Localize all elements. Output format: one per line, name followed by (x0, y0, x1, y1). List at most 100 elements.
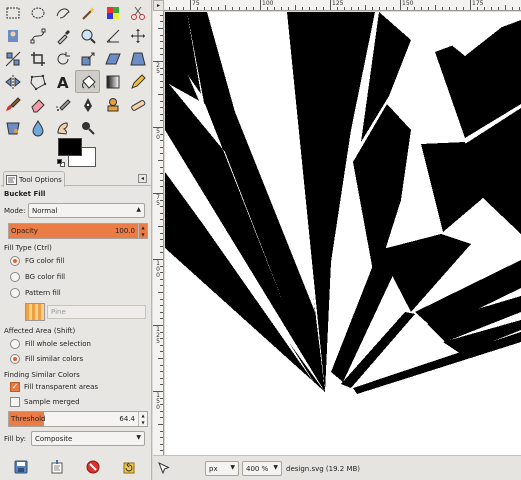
ruler-tick (190, 0, 191, 10)
tool-pencil[interactable] (125, 70, 150, 93)
ruler-tick (365, 5, 366, 10)
tool-text[interactable]: A (50, 70, 75, 93)
mode-combo[interactable]: Normal ▲ (28, 203, 145, 218)
tool-rect-select[interactable] (0, 1, 25, 24)
ruler-tick (158, 292, 163, 293)
unit-value: px (209, 465, 218, 473)
ruler-tick (414, 7, 415, 10)
tool-fuzzy-select[interactable] (75, 1, 100, 24)
opacity-spin-icon[interactable]: ▲ ▼ (138, 224, 147, 238)
combo-arrow-icon: ▼ (230, 464, 235, 471)
checkbox-label: Sample merged (24, 398, 80, 406)
ruler-tick (160, 212, 163, 214)
sample-merged-checkbox[interactable]: Sample merged (10, 397, 80, 407)
tool-eraser[interactable] (25, 93, 50, 116)
radio-fill-similar-colors[interactable]: Fill similar colors (10, 354, 83, 364)
ruler-tick (484, 7, 485, 10)
threshold-slider[interactable]: Threshold 64.4 ▲ ▼ (8, 411, 148, 427)
tool-align[interactable] (0, 47, 25, 70)
tool-clone[interactable] (100, 93, 125, 116)
tool-shear[interactable] (100, 47, 125, 70)
ruler-tick (176, 7, 177, 10)
tool-cage-transform[interactable] (25, 70, 50, 93)
ruler-tick (160, 87, 163, 89)
radio-label: FG color fill (25, 257, 65, 265)
ruler-tick (160, 219, 163, 221)
tab-tool-options[interactable]: Tool Options (3, 171, 65, 187)
radio-indicator[interactable] (10, 288, 20, 298)
foreground-color-swatch[interactable] (58, 138, 82, 156)
ruler-label: 75 (192, 0, 200, 7)
image-canvas[interactable] (165, 12, 521, 455)
checkbox-indicator[interactable]: ✓ (10, 382, 20, 392)
tab-tool-options-label: Tool Options (19, 175, 62, 184)
threshold-spin-icon[interactable]: ▲ ▼ (138, 412, 147, 426)
tool-bucket-fill[interactable] (75, 70, 100, 93)
checkbox-indicator[interactable] (10, 397, 20, 407)
ruler-tick (183, 7, 184, 10)
pattern-name-field[interactable]: Pine (47, 305, 146, 319)
quick-mask-corner-button[interactable]: ▸ (153, 0, 164, 11)
save-options-button[interactable] (12, 458, 30, 476)
ruler-tick (160, 107, 163, 109)
fill-by-combo[interactable]: Composite ▼ (31, 431, 145, 446)
horizontal-ruler[interactable]: 75 100 125 150 175 (164, 0, 521, 11)
unit-combo[interactable]: px ▼ (205, 461, 239, 476)
tool-heal[interactable] (125, 93, 150, 116)
opacity-slider[interactable]: Opacity 100.0 ▲ ▼ (8, 223, 148, 239)
color-area[interactable] (56, 136, 98, 170)
tool-zoom[interactable] (75, 24, 100, 47)
ink-icon (83, 97, 92, 112)
fill-transparent-checkbox[interactable]: ✓ Fill transparent areas (10, 382, 98, 392)
mode-value: Normal (32, 207, 58, 215)
ruler-tick (421, 7, 422, 10)
tool-perspective-clone[interactable] (0, 116, 25, 139)
vertical-ruler[interactable]: 255075100125150175 (153, 11, 164, 455)
radio-indicator[interactable] (10, 272, 20, 282)
tool-color-picker[interactable] (50, 24, 75, 47)
ruler-label: 25 (156, 62, 160, 75)
tool-crop[interactable] (25, 47, 50, 70)
zoom-combo[interactable]: 400 % ▼ (242, 461, 282, 476)
tool-airbrush[interactable] (50, 93, 75, 116)
color-picker-icon (56, 29, 70, 45)
ruler-tick (160, 54, 163, 56)
tool-free-select[interactable] (50, 1, 75, 24)
tool-flip[interactable] (0, 70, 25, 93)
restore-options-button[interactable] (48, 458, 66, 476)
tool-scale[interactable] (75, 47, 100, 70)
tool-foreground-select[interactable] (0, 24, 25, 47)
eraser-icon (30, 98, 45, 112)
radio-indicator[interactable] (10, 339, 20, 349)
tool-paintbrush[interactable] (0, 93, 25, 116)
tool-select-by-color[interactable] (100, 1, 125, 24)
radio-fill-whole-selection[interactable]: Fill whole selection (10, 339, 91, 349)
default-colors-icon[interactable] (57, 159, 65, 167)
reset-options-button[interactable] (120, 458, 138, 476)
radio-pattern-fill[interactable]: Pattern fill (10, 288, 61, 298)
ruler-tick (435, 5, 436, 10)
ruler-tick (372, 7, 373, 10)
fuzzy-select-icon (81, 6, 95, 20)
tool-move[interactable] (125, 24, 150, 47)
radio-indicator[interactable] (10, 354, 20, 364)
radio-fg-color-fill[interactable]: FG color fill (10, 256, 64, 266)
ruler-tick (160, 21, 163, 23)
tool-ellipse-select[interactable] (25, 1, 50, 24)
radio-indicator[interactable] (10, 256, 20, 266)
radio-bg-color-fill[interactable]: BG color fill (10, 272, 65, 282)
tool-paths[interactable] (25, 24, 50, 47)
tool-ink[interactable] (75, 93, 100, 116)
tool-blend[interactable] (100, 70, 125, 93)
tool-blur[interactable] (25, 116, 50, 139)
tool-measure[interactable] (100, 24, 125, 47)
tool-rotate[interactable] (50, 47, 75, 70)
fill-by-label: Fill by: (4, 435, 27, 443)
tool-scissors-select[interactable] (125, 1, 150, 24)
tab-menu-icon[interactable]: ◂ (138, 174, 147, 183)
tool-perspective[interactable] (125, 47, 150, 70)
delete-options-button[interactable] (84, 458, 102, 476)
pattern-preview[interactable] (25, 303, 45, 321)
scissors-select-icon (130, 6, 145, 20)
ruler-tick (400, 0, 401, 10)
